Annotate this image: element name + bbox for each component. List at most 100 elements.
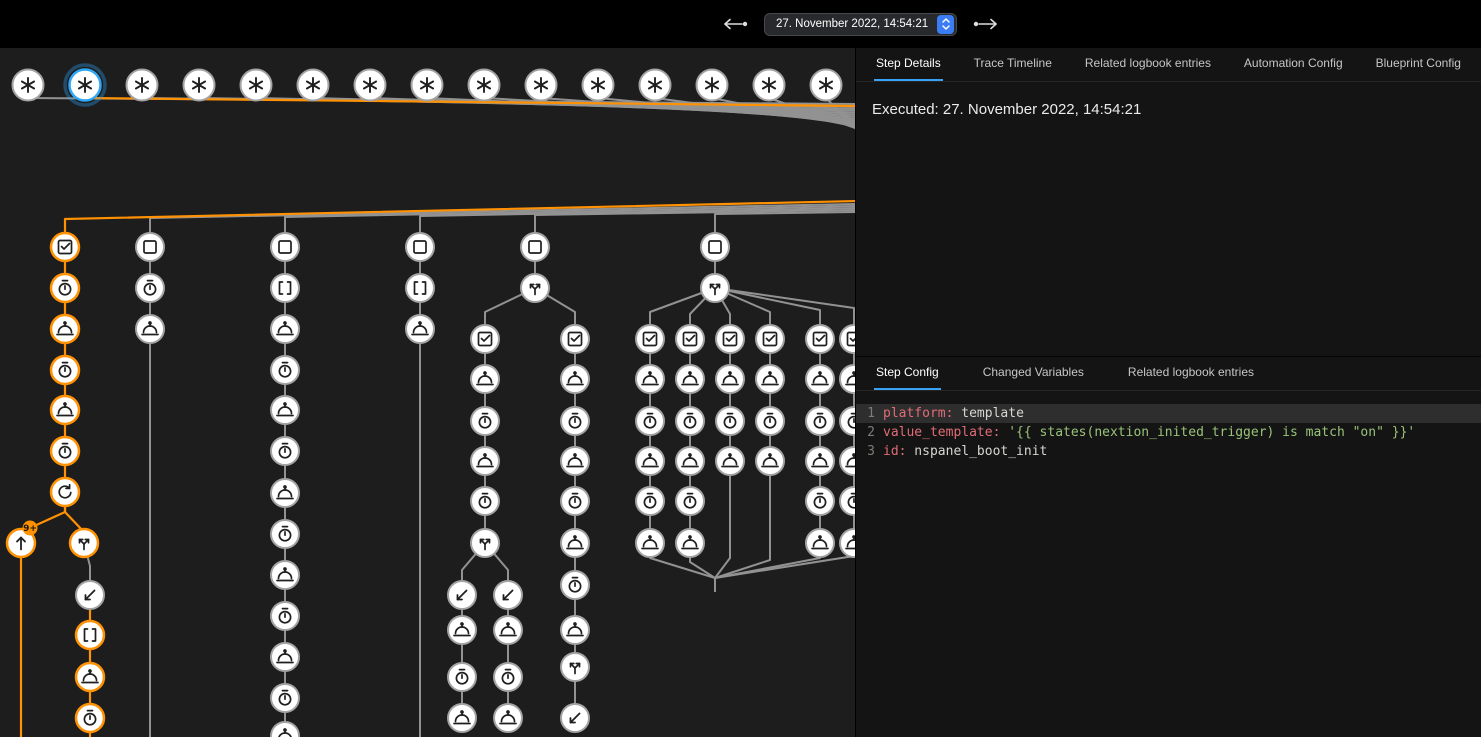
trace-node-split[interactable] [561,653,589,681]
previous-run-button[interactable] [720,15,750,33]
trace-node-timer[interactable] [561,407,589,435]
trace-node-bell[interactable] [840,529,855,557]
trace-node-split[interactable] [701,274,729,302]
trace-node-check-square[interactable] [561,325,589,353]
trace-node-asterisk[interactable] [184,70,215,101]
trace-node-arrow-bl[interactable] [448,581,476,609]
trace-node-bell[interactable] [448,616,476,644]
trace-node-bell[interactable] [756,447,784,475]
trace-node-arrow-bl[interactable] [561,704,589,732]
trace-node-bell[interactable] [494,616,522,644]
trace-node-timer[interactable] [271,520,299,548]
trace-node-bell[interactable] [561,616,589,644]
trace-node-bell[interactable] [676,529,704,557]
trace-node-arrow-bl[interactable] [494,581,522,609]
next-run-button[interactable] [971,15,1001,33]
tab-trace-timeline[interactable]: Trace Timeline [972,56,1054,81]
trace-node-timer[interactable] [471,407,499,435]
trace-node-asterisk[interactable] [412,70,443,101]
trace-node-bell[interactable] [494,704,522,732]
trace-node-bell[interactable] [448,704,476,732]
trace-node-bell[interactable] [716,447,744,475]
trace-node-asterisk[interactable] [811,70,842,101]
trace-node-bell[interactable] [51,396,79,424]
trace-node-timer[interactable] [636,487,664,515]
trace-node-timer[interactable] [271,602,299,630]
trace-node-brackets[interactable] [271,274,299,302]
trace-node-bell[interactable] [561,529,589,557]
trace-node-square[interactable] [136,233,164,261]
trace-node-bell[interactable] [271,722,299,737]
trace-node-brackets[interactable] [406,274,434,302]
trace-node-timer[interactable] [51,274,79,302]
trace-node-check-square[interactable] [716,325,744,353]
trace-node-timer[interactable] [448,663,476,691]
trace-node-square[interactable] [701,233,729,261]
trace-node-bell[interactable] [676,447,704,475]
trace-node-timer[interactable] [471,487,499,515]
trace-node-asterisk[interactable] [754,70,785,101]
trace-node-asterisk[interactable] [640,70,671,101]
trace-node-timer[interactable] [76,704,104,732]
trace-graph-canvas[interactable]: 9+ [0,0,855,737]
trace-node-bell[interactable] [636,529,664,557]
trace-node-bell[interactable] [76,663,104,691]
trace-node-timer[interactable] [636,407,664,435]
trace-node-bell[interactable] [271,479,299,507]
trace-node-bell[interactable] [676,365,704,393]
trace-node-square[interactable] [271,233,299,261]
trace-node-timer[interactable] [494,663,522,691]
trace-node-asterisk[interactable] [65,65,105,105]
trace-node-asterisk[interactable] [583,70,614,101]
tab-config-related-logbook-entries[interactable]: Related logbook entries [1126,365,1256,390]
trace-node-bell[interactable] [136,315,164,343]
trace-node-bell[interactable] [471,365,499,393]
trace-node-bell[interactable] [271,396,299,424]
tab-changed-variables[interactable]: Changed Variables [981,365,1086,390]
trace-node-timer[interactable] [51,356,79,384]
trace-node-asterisk[interactable] [469,70,500,101]
trace-node-timer[interactable] [840,487,855,515]
step-config-code[interactable]: 1platform: template2value_template: '{{ … [856,391,1481,461]
trace-node-timer[interactable] [676,407,704,435]
trace-node-check-square[interactable] [676,325,704,353]
trace-node-bell[interactable] [471,447,499,475]
trace-node-timer[interactable] [756,407,784,435]
trace-node-bell[interactable] [51,315,79,343]
trace-node-bell[interactable] [806,447,834,475]
tab-step-details[interactable]: Step Details [874,56,943,81]
trace-node-bell[interactable] [806,365,834,393]
trace-node-split[interactable] [521,274,549,302]
trace-node-check-square[interactable] [806,325,834,353]
trace-node-bell[interactable] [271,643,299,671]
trace-node-split[interactable] [471,529,499,557]
trace-node-asterisk[interactable] [13,70,44,101]
trace-node-check-square[interactable] [840,325,855,353]
trace-node-asterisk[interactable] [127,70,158,101]
run-selector[interactable]: 27. November 2022, 14:54:21 [764,13,957,36]
trace-node-bell[interactable] [271,561,299,589]
trace-node-asterisk[interactable] [355,70,386,101]
trace-node-bell[interactable] [636,365,664,393]
trace-node-check-square[interactable] [636,325,664,353]
trace-node-timer[interactable] [806,487,834,515]
trace-node-timer[interactable] [561,571,589,599]
trace-node-bell[interactable] [636,447,664,475]
trace-node-timer[interactable] [136,274,164,302]
trace-node-square[interactable] [521,233,549,261]
trace-node-check-square[interactable] [756,325,784,353]
trace-node-asterisk[interactable] [298,70,329,101]
trace-node-asterisk[interactable] [526,70,557,101]
trace-node-timer[interactable] [271,356,299,384]
trace-node-timer[interactable] [271,684,299,712]
trace-node-check-square[interactable] [51,233,79,261]
tab-related-logbook-entries[interactable]: Related logbook entries [1083,56,1213,81]
trace-node-arrow-bl[interactable] [76,581,104,609]
trace-node-timer[interactable] [806,407,834,435]
trace-node-asterisk[interactable] [697,70,728,101]
tab-automation-config[interactable]: Automation Config [1242,56,1345,81]
trace-node-check-square[interactable] [471,325,499,353]
trace-node-timer[interactable] [676,487,704,515]
trace-node-bell[interactable] [716,365,744,393]
trace-node-timer[interactable] [51,437,79,465]
